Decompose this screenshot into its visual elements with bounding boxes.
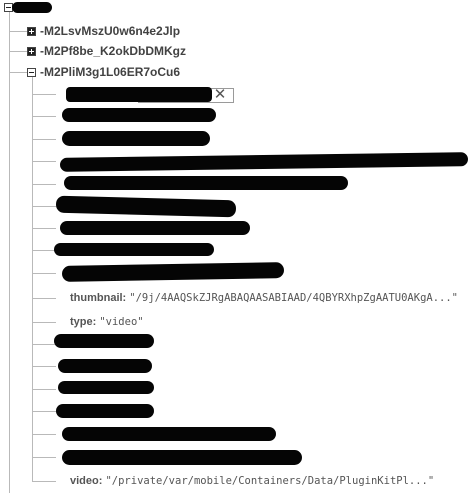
redacted-field (54, 243, 214, 256)
collapse-toggle-node-3[interactable] (27, 68, 36, 77)
tree-guide-leaf (32, 116, 56, 117)
redacted-field (54, 334, 154, 348)
redacted-edit-key (66, 87, 212, 102)
tree-guide-leaf (32, 411, 56, 412)
field-value: "video" (99, 316, 144, 328)
field-key: type: (70, 316, 97, 328)
redacted-field (55, 195, 237, 218)
tree-guide-leaf (32, 206, 56, 207)
field-key: video: (70, 475, 103, 487)
tree-guide-branch-2 (9, 51, 27, 52)
tree-guide-leaf (32, 389, 56, 390)
field-key: thumbnail: (70, 292, 127, 304)
tree-guide-leaf (32, 161, 56, 162)
redacted-field (62, 131, 210, 146)
redacted-field (58, 381, 154, 394)
tree-guide-leaf (32, 481, 56, 482)
field-thumbnail[interactable]: thumbnail: "/9j/4AAQSkZJRgABAQAASABIAAD/… (70, 292, 458, 305)
redacted-field (62, 450, 302, 465)
redacted-field (64, 176, 348, 190)
field-video[interactable]: video: "/private/var/mobile/Containers/D… (70, 475, 434, 488)
close-icon[interactable]: ✕ (212, 86, 228, 104)
tree-guide-leaf (32, 457, 56, 458)
tree-guide-leaf (32, 366, 56, 367)
tree-guide-leaf (32, 94, 56, 95)
field-type[interactable]: type: "video" (70, 316, 144, 329)
tree-guide-leaf (32, 184, 56, 185)
tree-guide-leaf (32, 322, 56, 323)
redacted-field (62, 108, 216, 122)
tree-guide-leaf (32, 273, 56, 274)
redacted-field (58, 359, 152, 373)
tree-guide-branch-3 (9, 72, 27, 73)
tree-guide-root (9, 8, 10, 493)
tree-guide-leaf (32, 250, 56, 251)
redacted-field (56, 404, 154, 418)
field-value: "/private/var/mobile/Containers/Data/Plu… (105, 475, 435, 487)
expand-toggle-node-2[interactable] (27, 47, 36, 56)
redacted-root-key (12, 2, 52, 13)
redacted-field (62, 427, 276, 441)
tree-node-key[interactable]: -M2LsvMszU0w6n4e2Jlp (40, 24, 180, 38)
tree-guide-leaf (32, 139, 56, 140)
redacted-field (60, 221, 250, 235)
tree-node-key[interactable]: -M2Pf8be_K2okDbDMKgz (40, 44, 186, 58)
expand-toggle-node-1[interactable] (27, 27, 36, 36)
redacted-field (59, 152, 469, 172)
redacted-field (61, 262, 285, 282)
field-value: "/9j/4AAQSkZJRgABAQAASABIAAD/4QBYRXhpZgA… (129, 292, 459, 304)
tree-guide-branch-1 (9, 31, 27, 32)
tree-guide-leaf (32, 298, 56, 299)
tree-guide-leaf (32, 344, 56, 345)
tree-guide-leaf (32, 434, 56, 435)
tree-guide-leaf (32, 228, 56, 229)
tree-node-key[interactable]: -M2PliM3g1L06ER7oCu6 (40, 65, 180, 79)
tree-guide-expanded (32, 77, 33, 482)
